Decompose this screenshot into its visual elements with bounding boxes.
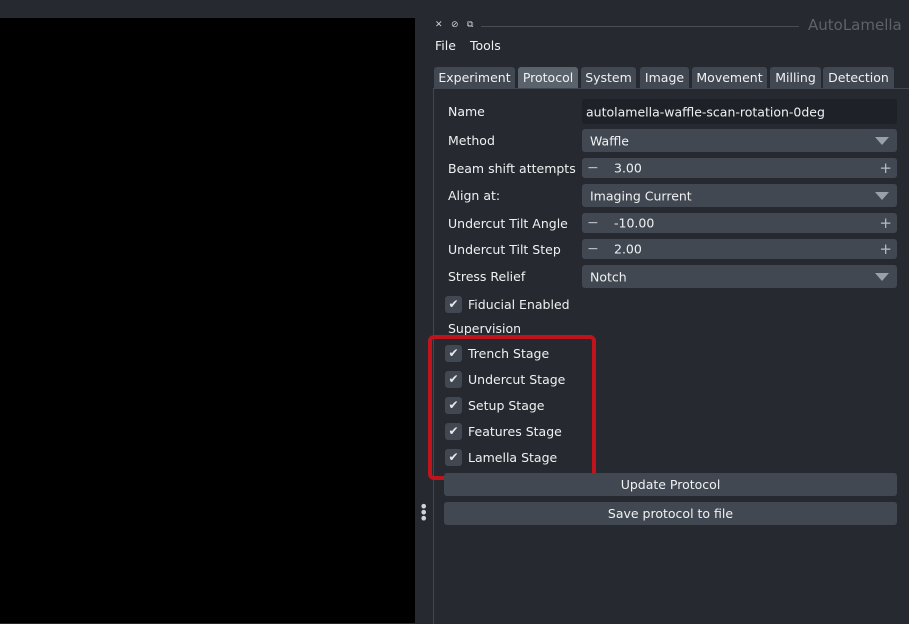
menu-tools[interactable]: Tools: [470, 38, 501, 53]
minus-icon[interactable]: −: [587, 241, 599, 257]
undercut-stage-label: Undercut Stage: [468, 372, 566, 387]
beam-shift-label: Beam shift attempts: [448, 161, 576, 176]
update-protocol-button[interactable]: Update Protocol: [444, 473, 897, 496]
trench-stage-label: Trench Stage: [468, 346, 550, 361]
lamella-stage-checkbox[interactable]: ✔: [445, 449, 462, 466]
setup-stage-checkbox[interactable]: ✔: [445, 397, 462, 414]
align-at-select[interactable]: Imaging Current: [582, 184, 897, 207]
tab-experiment[interactable]: Experiment: [434, 67, 515, 88]
undercut-tilt-angle-label: Undercut Tilt Angle: [448, 216, 568, 231]
minus-icon[interactable]: −: [587, 215, 599, 231]
undercut-stage-checkbox[interactable]: ✔: [445, 371, 462, 388]
dropdown-arrow-icon: [875, 272, 889, 281]
float-icon[interactable]: ⧉: [467, 20, 473, 30]
menu-file[interactable]: File: [435, 38, 456, 53]
beam-shift-spinbox[interactable]: −3.00 +: [582, 158, 897, 178]
dropdown-arrow-icon: [875, 136, 889, 145]
close-icon[interactable]: ✕: [435, 20, 443, 30]
features-stage-label: Features Stage: [468, 424, 562, 439]
trench-stage-checkbox[interactable]: ✔: [445, 345, 462, 362]
supervision-label: Supervision: [448, 321, 522, 336]
setup-stage-label: Setup Stage: [468, 398, 545, 413]
plus-icon[interactable]: +: [879, 159, 892, 177]
name-input[interactable]: autolamella-waffle-scan-rotation-0deg: [582, 99, 897, 124]
tab-image[interactable]: Image: [640, 67, 689, 88]
fiducial-label: Fiducial Enabled: [468, 297, 570, 312]
tab-movement[interactable]: Movement: [692, 67, 767, 88]
tab-protocol[interactable]: Protocol: [518, 67, 578, 88]
plus-icon[interactable]: +: [879, 214, 892, 232]
tab-detection[interactable]: Detection: [823, 67, 894, 88]
tab-milling[interactable]: Milling: [770, 67, 821, 88]
undercut-tilt-step-spinbox[interactable]: −2.00 +: [582, 239, 897, 259]
method-label: Method: [448, 133, 495, 148]
hide-icon[interactable]: ⊘: [451, 20, 459, 30]
align-at-label: Align at:: [448, 188, 501, 203]
top-bar: [0, 0, 909, 18]
stress-relief-select[interactable]: Notch: [582, 265, 897, 288]
undercut-tilt-step-label: Undercut Tilt Step: [448, 242, 561, 257]
dropdown-arrow-icon: [875, 191, 889, 200]
plus-icon[interactable]: +: [879, 240, 892, 258]
stress-relief-label: Stress Relief: [448, 269, 526, 284]
undercut-tilt-angle-spinbox[interactable]: − -10.00 +: [582, 213, 897, 233]
resize-handle-icon[interactable]: • • •: [419, 499, 428, 527]
lamella-stage-label: Lamella Stage: [468, 450, 558, 465]
fiducial-checkbox[interactable]: ✔: [445, 296, 462, 313]
title-divider: [481, 26, 799, 27]
name-label: Name: [448, 104, 485, 119]
method-select[interactable]: Waffle: [582, 129, 897, 152]
save-protocol-button[interactable]: Save protocol to file: [444, 502, 897, 525]
viewer-canvas[interactable]: [0, 18, 415, 623]
app-title: AutoLamella: [808, 16, 902, 34]
features-stage-checkbox[interactable]: ✔: [445, 423, 462, 440]
minus-icon[interactable]: −: [587, 160, 599, 176]
tab-system[interactable]: System: [581, 67, 636, 88]
